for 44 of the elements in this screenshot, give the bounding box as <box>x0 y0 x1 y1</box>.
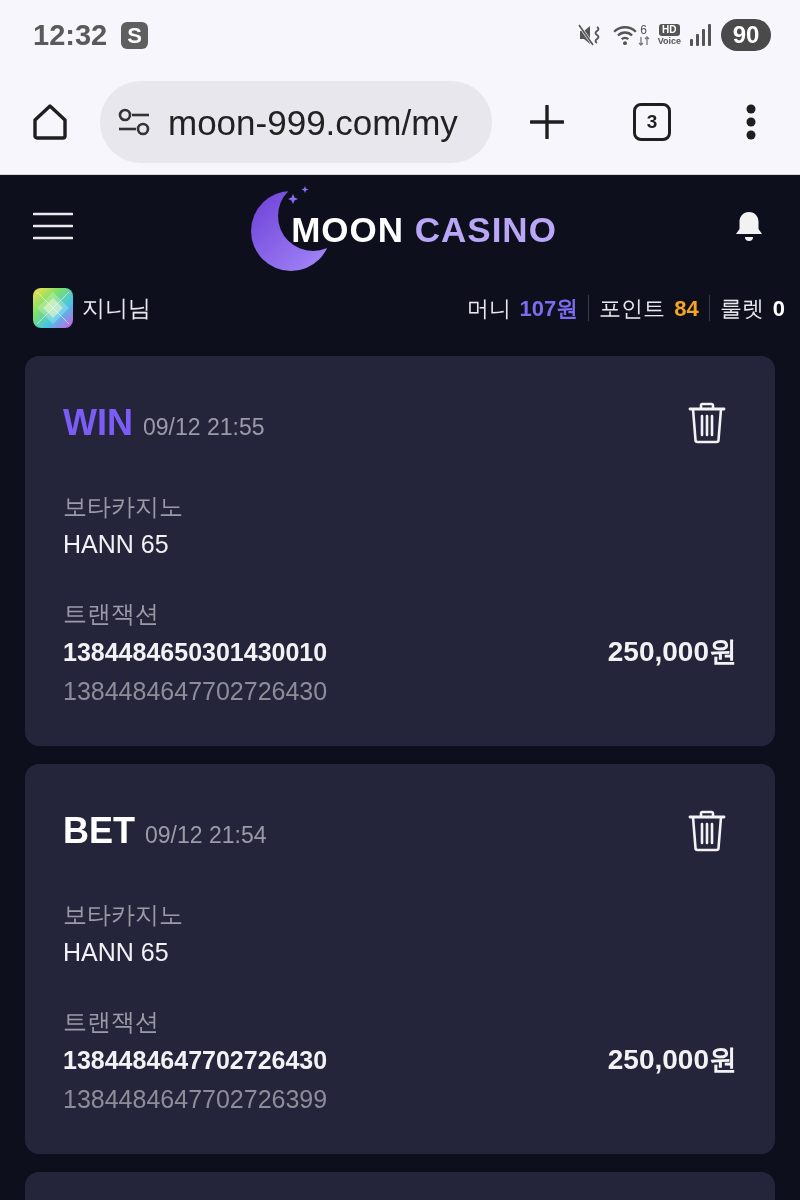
stat-label: 머니 <box>466 294 511 323</box>
provider-name: 보타카지노 <box>63 900 184 930</box>
game-name: HANN 65 <box>63 529 170 560</box>
transaction-id: 1384484650301430010 <box>63 637 328 668</box>
tab-count-button[interactable]: 3 <box>633 103 671 141</box>
stat-label: 포인트 <box>599 294 666 323</box>
transaction-type: BET <box>63 809 135 853</box>
transaction-id: 1384484647702726430 <box>63 1045 328 1076</box>
stat-value: 84 <box>674 294 699 323</box>
wifi-icon <box>611 24 638 46</box>
transaction-amount: 250,000원 <box>607 635 737 669</box>
transaction-time: 09/12 21:54 <box>145 821 267 850</box>
user-name: 지니님 <box>82 293 151 323</box>
menu-icon[interactable] <box>33 212 73 240</box>
trash-icon[interactable] <box>688 402 726 444</box>
site-settings-icon[interactable] <box>118 108 150 136</box>
gem-avatar-icon <box>33 288 73 328</box>
transaction-amount: 250,000원 <box>607 1043 737 1077</box>
bell-icon[interactable] <box>735 210 763 242</box>
transaction-label: 트랜잭션 <box>63 1007 160 1037</box>
logo-text: MOON CASINO <box>291 211 557 247</box>
more-options-icon[interactable] <box>746 104 756 140</box>
voice-label: Voice <box>657 36 681 46</box>
transaction-time: 09/12 21:55 <box>143 413 265 442</box>
transaction-label: 트랜잭션 <box>63 599 160 629</box>
hd-badge: HD <box>659 24 680 36</box>
network-type-label: 6 <box>640 24 647 36</box>
address-bar[interactable]: moon-999.com/my <box>100 81 492 163</box>
status-time: 12:32 <box>33 20 108 50</box>
game-name: HANN 65 <box>63 937 170 968</box>
stat-label: 룰렛 <box>719 294 764 323</box>
trash-icon[interactable] <box>688 810 726 852</box>
app-notification-badge: S <box>121 21 149 49</box>
signal-strength-icon <box>689 24 711 46</box>
battery-indicator: 90 <box>721 19 771 51</box>
provider-name: 보타카지노 <box>63 492 184 522</box>
transaction-type: WIN <box>63 401 133 445</box>
home-icon[interactable] <box>31 103 69 141</box>
data-arrows-icon <box>637 36 650 46</box>
plus-icon[interactable] <box>530 105 564 139</box>
stat-value: 107원 <box>519 294 579 323</box>
reference-id: 1384484647702726430 <box>63 676 329 707</box>
stat-value: 0 <box>772 294 785 323</box>
reference-id: 1384484647702726399 <box>63 1084 329 1115</box>
